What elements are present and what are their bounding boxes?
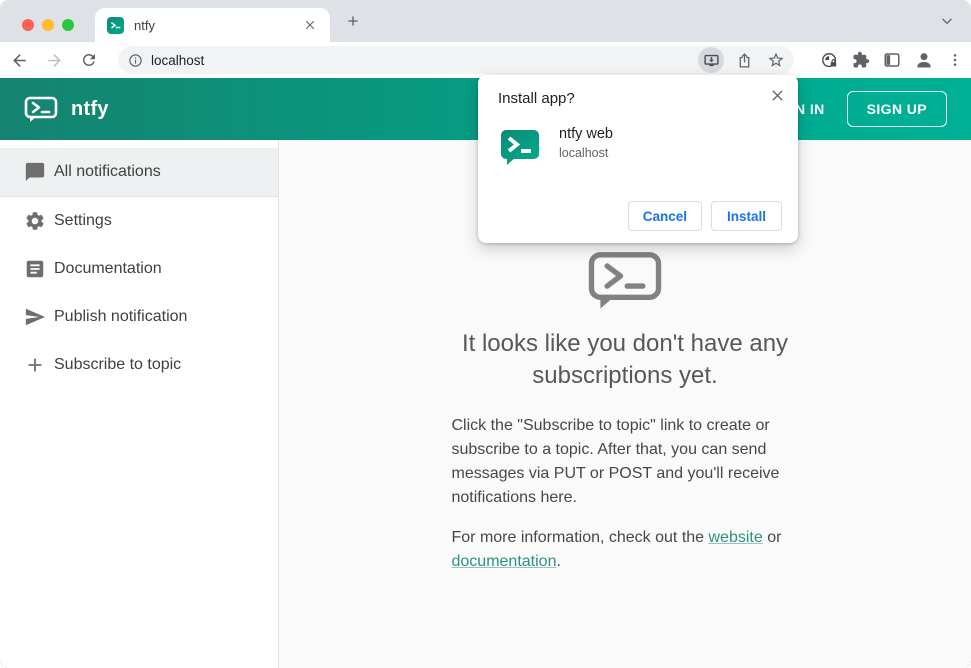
minimize-button[interactable] bbox=[42, 19, 54, 31]
sidebar-item-label: Publish notification bbox=[54, 308, 188, 325]
site-info-icon[interactable] bbox=[128, 53, 143, 68]
back-icon[interactable] bbox=[10, 51, 29, 70]
dialog-app-origin: localhost bbox=[559, 146, 609, 160]
website-link[interactable]: website bbox=[709, 529, 763, 546]
send-icon bbox=[24, 306, 46, 328]
ntfy-favicon bbox=[107, 16, 124, 34]
dialog-title: Install app? bbox=[498, 90, 575, 107]
share-icon[interactable] bbox=[732, 48, 756, 72]
tab-ntfy[interactable]: ntfy bbox=[95, 8, 330, 42]
traffic-lights bbox=[22, 19, 74, 31]
plus-icon bbox=[24, 354, 46, 376]
install-app-icon[interactable] bbox=[698, 47, 724, 73]
ntfy-logo-icon bbox=[24, 96, 58, 123]
extensions-puzzle-icon[interactable] bbox=[852, 51, 870, 69]
reload-icon[interactable] bbox=[80, 51, 98, 69]
dialog-close-icon[interactable] bbox=[769, 87, 785, 103]
sign-up-button[interactable]: SIGN UP bbox=[846, 91, 947, 127]
browser-toolbar: localhost bbox=[0, 42, 971, 78]
zoom-button[interactable] bbox=[62, 19, 74, 31]
empty-state-description: Click the "Subscribe to topic" link to c… bbox=[451, 417, 780, 506]
sidebar: All notifications Settings Documentation bbox=[0, 140, 279, 668]
tab-title: ntfy bbox=[134, 17, 155, 33]
more-info-middle: or bbox=[762, 529, 782, 546]
dialog-app-name: ntfy web bbox=[559, 126, 613, 142]
side-panel-icon[interactable] bbox=[883, 51, 901, 69]
sidebar-item-publish-notification[interactable]: Publish notification bbox=[0, 293, 278, 341]
empty-state-title: It looks like you don't have any subscri… bbox=[461, 330, 789, 389]
sidebar-item-label: Documentation bbox=[54, 260, 162, 277]
bookmark-star-icon[interactable] bbox=[764, 48, 788, 72]
tab-close-icon[interactable] bbox=[302, 17, 318, 33]
url-text: localhost bbox=[151, 52, 205, 68]
documentation-link[interactable]: documentation bbox=[452, 553, 557, 570]
sidebar-item-documentation[interactable]: Documentation bbox=[0, 245, 278, 293]
brand-title: ntfy bbox=[71, 97, 109, 120]
address-bar[interactable]: localhost bbox=[118, 46, 794, 74]
gear-icon bbox=[24, 210, 46, 232]
tab-strip: ntfy bbox=[0, 0, 971, 42]
cancel-button[interactable]: Cancel bbox=[627, 201, 702, 231]
sidebar-item-label: Subscribe to topic bbox=[54, 356, 182, 373]
article-icon bbox=[24, 258, 46, 280]
new-tab-icon[interactable] bbox=[344, 12, 362, 30]
ntfy-app-icon bbox=[498, 124, 542, 173]
more-info-text: For more information, check out the webs… bbox=[452, 526, 799, 574]
close-button[interactable] bbox=[22, 19, 34, 31]
kebab-menu-icon[interactable] bbox=[947, 52, 963, 68]
sidebar-item-settings[interactable]: Settings bbox=[0, 197, 278, 245]
extension-lock-icon[interactable] bbox=[820, 51, 839, 70]
sidebar-item-label: Settings bbox=[54, 212, 112, 229]
profile-avatar-icon[interactable] bbox=[914, 50, 934, 70]
more-info-suffix: . bbox=[556, 553, 561, 570]
more-info-prefix: For more information, check out the bbox=[451, 529, 709, 546]
chat-icon bbox=[24, 161, 46, 183]
sidebar-item-label: All notifications bbox=[54, 163, 161, 180]
sidebar-item-all-notifications[interactable]: All notifications bbox=[0, 148, 278, 196]
install-button[interactable]: Install bbox=[711, 201, 782, 231]
browser-window: ntfy localhost ntfy IN SIGN UP All notif… bbox=[0, 0, 971, 668]
sidebar-item-subscribe-to-topic[interactable]: Subscribe to topic bbox=[0, 341, 278, 389]
tab-strip-chevron-down-icon[interactable] bbox=[939, 13, 955, 29]
forward-icon[interactable] bbox=[45, 51, 64, 70]
install-app-dialog: Install app? ntfy web localhost Cancel I… bbox=[478, 75, 798, 243]
ntfy-terminal-bubble-icon bbox=[587, 250, 663, 316]
